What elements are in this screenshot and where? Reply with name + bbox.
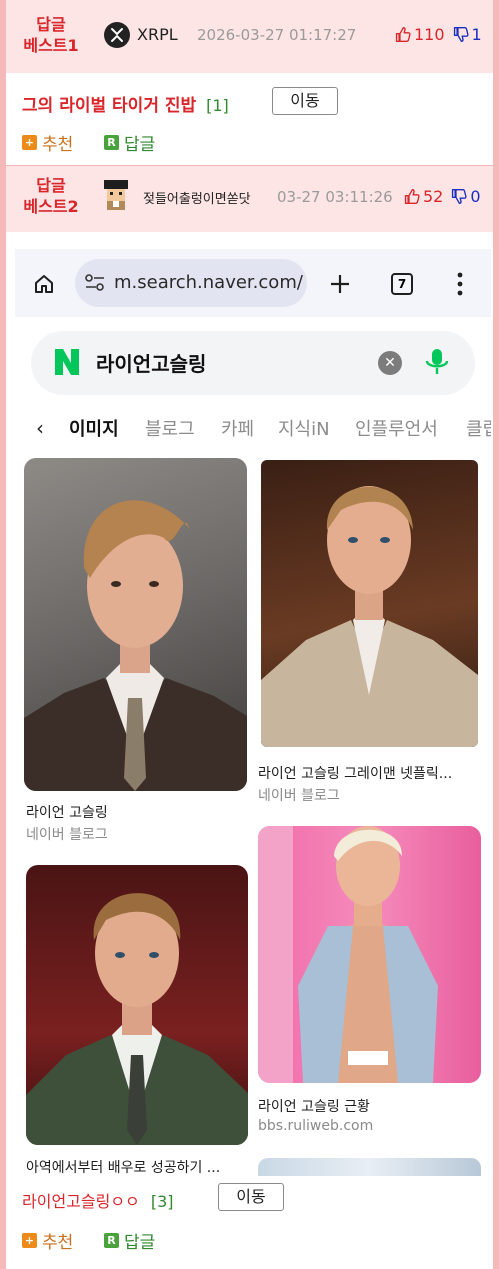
url-text: m.search.naver.com/ (114, 272, 303, 293)
result-3-source: bbs.ruliweb.com (258, 1118, 374, 1134)
xrpl-avatar-icon[interactable] (104, 22, 130, 48)
best-label-line1: 답글 (36, 176, 66, 195)
comment-2-recommend-button[interactable]: + 추천 (22, 1228, 73, 1253)
best-reply-1-datetime: 2026-03-27 01:17:27 (197, 26, 357, 44)
tab-images[interactable]: 이미지 (69, 415, 119, 441)
thumbs-down-icon[interactable] (450, 188, 467, 205)
comment-1-reply-count[interactable]: [1] (206, 96, 229, 115)
address-bar[interactable]: m.search.naver.com/ (75, 259, 307, 307)
reply-label: 답글 (124, 1233, 156, 1253)
best-reply-2-author[interactable]: 젖들어출렁이면쏟닷 (143, 188, 251, 207)
best-reply-1-votes: 110 1 (394, 25, 482, 44)
comment-2-reply-count[interactable]: [3] (151, 1192, 174, 1211)
comment-2-reply-button[interactable]: R 답글 (104, 1228, 155, 1253)
tab-knowledge-in[interactable]: 지식iN (278, 415, 330, 441)
reply-label: 답글 (124, 135, 156, 155)
home-icon[interactable] (32, 272, 56, 296)
clear-search-icon[interactable]: ✕ (378, 351, 402, 375)
comment-1-recommend-button[interactable]: + 추천 (22, 130, 73, 155)
best-reply-1-label: 답글 베스트1 (20, 14, 82, 56)
best-label-line2: 베스트1 (23, 36, 79, 55)
plus-icon: + (22, 135, 37, 150)
best-reply-1-author[interactable]: XRPL (137, 25, 178, 44)
upvote-count: 52 (423, 187, 444, 206)
recommend-label: 추천 (42, 135, 74, 155)
comment-1-move-button[interactable]: 이동 (272, 87, 338, 115)
thumbs-down-icon[interactable] (452, 26, 469, 43)
best-label-line2: 베스트2 (23, 197, 79, 216)
site-settings-icon[interactable] (85, 274, 105, 292)
best-reply-2-header: 답글 베스트2 젖들어출렁이면쏟닷 03-27 03:11:26 52 0 (6, 166, 493, 232)
thumbs-up-icon[interactable] (403, 188, 420, 205)
comment-2-text: 라이언고슬링ㅇㅇ [3] (22, 1188, 174, 1212)
recommend-label: 추천 (42, 1233, 74, 1253)
tab-blog[interactable]: 블로그 (145, 415, 195, 441)
result-1-source: 네이버 블로그 (26, 827, 108, 843)
comment-2-move-button[interactable]: 이동 (218, 1183, 284, 1211)
comment-1-content: 그의 라이벌 타이거 진밥 (22, 96, 197, 116)
result-3-title[interactable]: 라이언 고슬링 근황 (258, 1096, 370, 1116)
result-image-4[interactable] (26, 865, 248, 1145)
result-4-title[interactable]: 아역에서부터 배우로 성공하기 ... (26, 1157, 220, 1177)
tab-influencer[interactable]: 인플루언서 (355, 415, 438, 441)
search-query[interactable]: 라이언고슬링 (96, 348, 206, 377)
comment-1-text: 그의 라이벌 타이거 진밥 [1] (22, 91, 229, 116)
best-label-line1: 답글 (36, 15, 66, 34)
pixel-avatar-icon[interactable] (101, 180, 131, 210)
tab-cafe[interactable]: 카페 (221, 415, 254, 441)
thumbs-up-icon[interactable] (394, 26, 411, 43)
new-tab-plus-icon[interactable] (328, 272, 352, 296)
result-1-title[interactable]: 라이언 고슬링 (26, 802, 108, 822)
downvote-count: 1 (471, 25, 482, 44)
result-image-2[interactable] (261, 460, 478, 747)
naver-logo-icon[interactable] (53, 347, 81, 377)
downvote-count: 0 (470, 187, 481, 206)
tab-clip[interactable]: 클립 (466, 415, 491, 441)
tab-count-button[interactable]: 7 (391, 273, 413, 295)
result-2-title[interactable]: 라이언 고슬링 그레이맨 넷플릭... (258, 763, 452, 783)
reply-r-icon: R (104, 135, 119, 150)
voice-search-mic-icon[interactable] (424, 347, 450, 377)
more-menu-icon[interactable] (452, 271, 468, 297)
result-image-1[interactable] (24, 458, 247, 791)
upvote-count: 110 (414, 25, 445, 44)
comment-1-reply-button[interactable]: R 답글 (104, 130, 155, 155)
reply-r-icon: R (104, 1233, 119, 1248)
best-reply-2-votes: 52 0 (403, 187, 481, 206)
best-reply-1-header: 답글 베스트1 XRPL 2026-03-27 01:17:27 110 1 (6, 0, 493, 73)
result-2-source: 네이버 블로그 (258, 788, 340, 804)
tabs-back-chevron-icon[interactable]: ‹ (36, 416, 44, 440)
result-image-5[interactable] (258, 1158, 481, 1178)
comment-2-content: 라이언고슬링ㅇㅇ (22, 1192, 140, 1211)
best-reply-2-label: 답글 베스트2 (20, 175, 82, 217)
best-reply-2-datetime: 03-27 03:11:26 (277, 188, 393, 206)
result-image-3[interactable] (258, 826, 481, 1083)
plus-icon: + (22, 1233, 37, 1248)
